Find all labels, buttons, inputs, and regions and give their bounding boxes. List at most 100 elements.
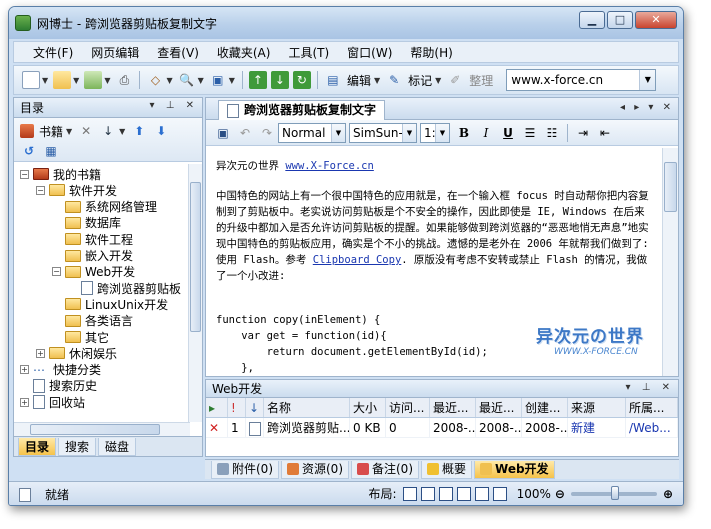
refresh-icon[interactable]: ↻ [292, 71, 311, 89]
tree-item[interactable]: 嵌入开发 [52, 248, 133, 264]
url-dropdown-icon[interactable]: ▼ [639, 70, 656, 90]
url-input[interactable]: www.x-force.cn ▼ [506, 69, 657, 91]
redo-icon[interactable]: ↷ [258, 124, 276, 142]
menu-favorites[interactable]: 收藏夹(A) [208, 44, 280, 61]
bold-button[interactable]: B [455, 124, 473, 142]
tab-attachments[interactable]: 附件(0) [211, 460, 279, 479]
arrow-up-icon[interactable]: ↑ [248, 71, 267, 89]
col-status-icon[interactable]: ▸ [206, 398, 228, 417]
open-icon[interactable] [53, 71, 72, 89]
tab-search[interactable]: 搜索 [58, 437, 97, 456]
capture-dropdown-icon[interactable]: ▼ [229, 76, 235, 85]
tab-directory[interactable]: 目录 [18, 437, 57, 456]
edit-button[interactable]: 编辑 [347, 72, 371, 89]
tree-item[interactable]: 各类语言 [52, 313, 133, 329]
tab-resources[interactable]: 资源(0) [281, 460, 349, 479]
mark-dropdown-icon[interactable]: ▼ [435, 76, 441, 85]
row-belongs[interactable]: /Web... [626, 418, 678, 437]
style-dropdown-icon[interactable]: ▼ [331, 123, 345, 142]
maximize-button[interactable]: □ [607, 11, 633, 29]
tag-icon[interactable]: ◇ [146, 71, 164, 89]
save-icon[interactable]: ▣ [214, 124, 232, 142]
zoom-slider[interactable] [570, 485, 657, 500]
tab-summary[interactable]: 概要 [421, 460, 473, 479]
tree-item[interactable]: 数据库 [52, 215, 121, 231]
list-pane-controls[interactable]: ▾ ⊥ ✕ [626, 382, 674, 393]
arrow-down-icon[interactable]: ↓ [270, 71, 289, 89]
tree-item[interactable]: + ⋯ 快捷分类 [20, 362, 101, 378]
outdent-icon[interactable]: ⇤ [596, 124, 614, 142]
editor-scroll-thumb[interactable] [664, 162, 677, 212]
minimize-button[interactable]: ▁ [579, 11, 605, 29]
site-link[interactable]: www.X-Force.cn [285, 160, 374, 172]
col-visits[interactable]: 访问... [386, 398, 430, 417]
move-up-icon[interactable]: ⬆ [130, 122, 148, 140]
sidebar-vertical-scroll-thumb[interactable] [190, 182, 201, 332]
menu-tools[interactable]: 工具(T) [279, 44, 338, 61]
tree-item[interactable]: + 回收站 [20, 394, 85, 410]
collapse-icon[interactable]: − [36, 185, 45, 195]
expand-icon[interactable]: + [20, 397, 29, 407]
col-recent-1[interactable]: 最近... [430, 398, 476, 417]
collapse-icon[interactable]: − [52, 267, 61, 277]
menu-help[interactable]: 帮助(H) [401, 44, 461, 61]
document-tab-controls[interactable]: ◂ ▸ ▾ ✕ [620, 102, 674, 113]
new-dropdown-icon[interactable]: ▼ [42, 76, 48, 85]
table-row[interactable]: ✕ 1 跨浏览器剪贴... 0 KB 0 2008-... 2008-... 2… [206, 418, 678, 438]
style-select[interactable]: Normal ▼ [278, 122, 346, 143]
books-icon[interactable] [20, 124, 34, 138]
clipboard-copy-link[interactable]: Clipboard Copy [313, 254, 402, 266]
edit-icon[interactable]: ▤ [324, 71, 342, 89]
sort-icon[interactable]: ↓ [99, 122, 117, 140]
zoom-in-icon[interactable]: ⊕ [663, 487, 673, 501]
font-dropdown-icon[interactable]: ▼ [402, 123, 416, 142]
tree-item[interactable]: − Web开发 [52, 264, 135, 280]
find-icon[interactable]: 🔍 [178, 71, 196, 89]
zoom-out-icon[interactable]: ⊖ [555, 487, 565, 501]
sort-dropdown-icon[interactable]: ▼ [119, 127, 125, 136]
layout-3-icon[interactable] [438, 486, 453, 501]
col-belongs[interactable]: 所属... [626, 398, 678, 417]
open-dropdown-icon[interactable]: ▼ [73, 76, 79, 85]
edit-dropdown-icon[interactable]: ▼ [374, 76, 380, 85]
sidebar-horizontal-scroll-thumb[interactable] [30, 424, 160, 435]
layout-4-icon[interactable] [456, 486, 471, 501]
sync-icon[interactable]: ↺ [20, 142, 38, 160]
sidebar-horizontal-scrollbar[interactable] [14, 422, 190, 436]
tab-web-dev[interactable]: Web开发 [474, 460, 555, 479]
numbered-list-icon[interactable]: ☰ [521, 124, 539, 142]
tree-item[interactable]: − 软件开发 [36, 182, 117, 198]
capture-icon[interactable]: ▣ [209, 71, 227, 89]
col-flag-icon[interactable]: ! [228, 398, 246, 417]
col-created[interactable]: 创建... [522, 398, 568, 417]
mark-icon[interactable]: ✎ [385, 71, 403, 89]
menu-file[interactable]: 文件(F) [24, 44, 82, 61]
new-icon[interactable] [22, 71, 40, 89]
layout-5-icon[interactable] [474, 486, 489, 501]
editor-vertical-scrollbar[interactable] [662, 148, 678, 376]
import-dropdown-icon[interactable]: ▼ [104, 76, 110, 85]
layout-6-icon[interactable] [492, 486, 507, 501]
col-size[interactable]: 大小 [350, 398, 386, 417]
menu-web-edit[interactable]: 网页编辑 [82, 44, 148, 61]
tag-dropdown-icon[interactable]: ▼ [166, 76, 172, 85]
tab-disk[interactable]: 磁盘 [98, 437, 137, 456]
delete-icon[interactable]: ✕ [77, 122, 95, 140]
layout-2-icon[interactable] [420, 486, 435, 501]
zoom-slider-thumb[interactable] [610, 485, 619, 500]
tree-item[interactable]: 系统网络管理 [52, 199, 157, 215]
move-down-icon[interactable]: ⬇ [152, 122, 170, 140]
indent-icon[interactable]: ⇥ [574, 124, 592, 142]
delete-mark-icon[interactable]: ✕ [206, 418, 228, 437]
tree-item[interactable]: + 休闲娱乐 [36, 345, 117, 361]
menu-window[interactable]: 窗口(W) [338, 44, 401, 61]
find-dropdown-icon[interactable]: ▼ [198, 76, 204, 85]
expand-icon[interactable]: + [36, 348, 45, 358]
collapse-icon[interactable]: − [20, 169, 29, 179]
bullet-list-icon[interactable]: ☷ [543, 124, 561, 142]
import-icon[interactable] [84, 71, 103, 89]
organize-button[interactable]: 整理 [469, 72, 493, 89]
col-name[interactable]: 名称 [264, 398, 350, 417]
bookmarks-dropdown-icon[interactable]: ▼ [66, 127, 72, 136]
col-attach-icon[interactable]: ↓ [246, 398, 264, 417]
